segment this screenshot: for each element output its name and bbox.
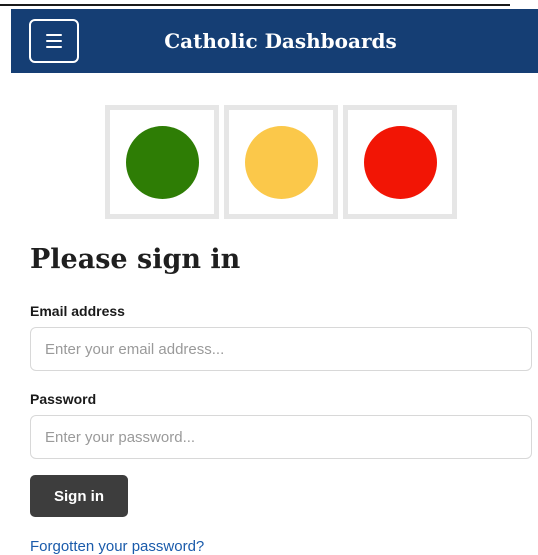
traffic-light-logo [105,105,457,219]
sign-in-button[interactable]: Sign in [30,475,128,517]
app-title: Catholic Dashboards [164,29,397,53]
amber-light-icon [244,125,318,199]
light-box-amber [224,105,338,219]
top-divider [0,4,510,6]
password-input[interactable] [30,415,532,459]
red-light-icon [363,125,437,199]
password-label: Password [30,391,97,407]
email-input[interactable] [30,327,532,371]
page-title: Please sign in [30,244,241,275]
green-light-icon [125,125,199,199]
email-label: Email address [30,303,125,319]
forgot-password-link[interactable]: Forgotten your password? [30,538,204,555]
light-box-green [105,105,219,219]
light-box-red [343,105,457,219]
navbar: Catholic Dashboards [11,9,538,73]
